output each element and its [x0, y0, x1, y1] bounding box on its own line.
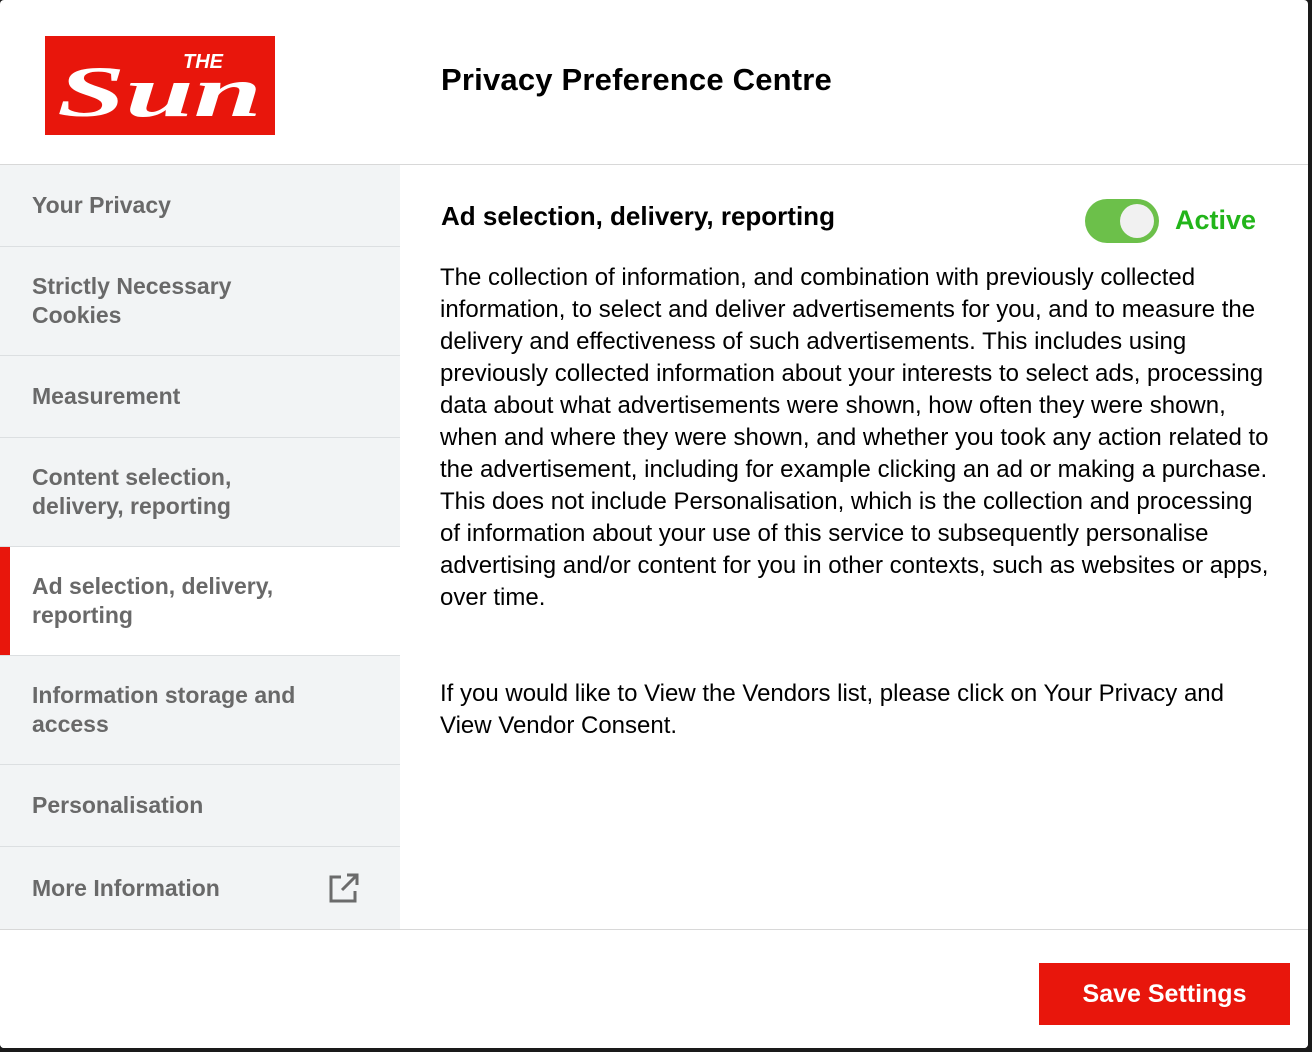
- category-sidebar: Your Privacy Strictly Necessary Cookies …: [0, 165, 400, 929]
- sidebar-item-ad-selection[interactable]: Ad selection, delivery, reporting: [0, 547, 400, 656]
- sidebar-item-label: Your Privacy: [32, 192, 171, 218]
- sidebar-item-your-privacy[interactable]: Your Privacy: [0, 165, 400, 247]
- sidebar-item-label: Measurement: [32, 383, 181, 409]
- sidebar-item-label: More Information: [32, 874, 220, 901]
- sidebar-item-label: Strictly Necessary Cookies: [32, 273, 232, 328]
- sidebar-item-personalisation[interactable]: Personalisation: [0, 765, 400, 847]
- sidebar-item-content-selection[interactable]: Content selection, delivery, reporting: [0, 438, 400, 547]
- svg-text:Sun: Sun: [57, 52, 262, 132]
- sidebar-item-strictly-necessary-cookies[interactable]: Strictly Necessary Cookies: [0, 247, 400, 356]
- sidebar-item-more-information[interactable]: More Information: [0, 847, 400, 929]
- toggle-knob: [1120, 204, 1154, 238]
- sidebar-item-label: Information storage and access: [32, 682, 296, 737]
- the-sun-logo: THE Sun: [45, 36, 275, 135]
- sidebar-item-label: Ad selection, delivery, reporting: [32, 573, 274, 628]
- privacy-preference-modal: THE Sun Privacy Preference Centre Your P…: [0, 0, 1308, 1048]
- consent-toggle[interactable]: [1085, 199, 1159, 243]
- section-title: Ad selection, delivery, reporting: [441, 201, 835, 231]
- category-detail-panel: Ad selection, delivery, reporting Active…: [400, 165, 1308, 929]
- page-title: Privacy Preference Centre: [441, 62, 833, 97]
- sidebar-item-information-storage[interactable]: Information storage and access: [0, 656, 400, 765]
- sidebar-item-measurement[interactable]: Measurement: [0, 356, 400, 438]
- sidebar-item-label: Content selection, delivery, reporting: [32, 464, 232, 519]
- modal-header: THE Sun Privacy Preference Centre: [0, 0, 1308, 165]
- sidebar-item-label: Personalisation: [32, 792, 204, 818]
- the-sun-logo-mark: THE Sun: [57, 51, 262, 132]
- vendor-list-note: If you would like to View the Vendors li…: [440, 680, 1224, 739]
- category-description: The collection of information, and combi…: [440, 264, 1269, 611]
- modal-footer: Save Settings: [0, 929, 1308, 1048]
- save-settings-button[interactable]: Save Settings: [1039, 963, 1290, 1025]
- toggle-status-label: Active: [1175, 205, 1257, 235]
- external-link-icon: [328, 872, 360, 904]
